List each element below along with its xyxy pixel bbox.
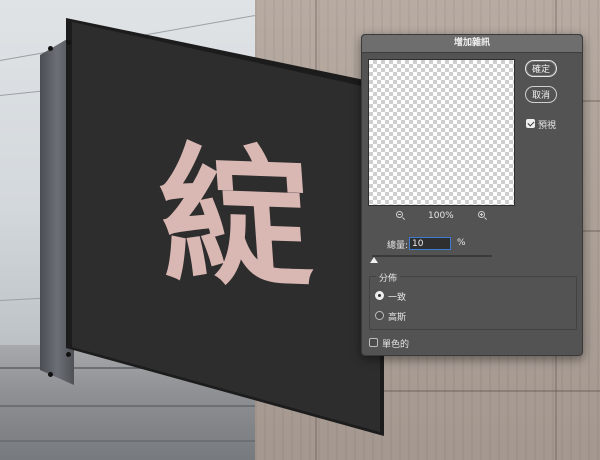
preview-checkbox[interactable] bbox=[526, 119, 535, 128]
amount-slider-track[interactable] bbox=[372, 255, 492, 257]
sign-bolt bbox=[66, 352, 71, 357]
sign-bolt bbox=[48, 46, 53, 51]
sign-calligraphy: 綻 bbox=[153, 127, 317, 309]
cancel-button[interactable]: 取消 bbox=[525, 86, 557, 103]
radio-uniform[interactable] bbox=[375, 291, 384, 300]
preview-canvas[interactable] bbox=[368, 59, 515, 206]
distribution-title: 分佈 bbox=[376, 271, 401, 284]
zoom-in-icon[interactable] bbox=[478, 211, 485, 218]
zoom-out-icon[interactable] bbox=[396, 211, 403, 218]
zoom-level: 100% bbox=[428, 211, 454, 221]
preview-label[interactable]: 預視 bbox=[538, 118, 556, 131]
add-noise-dialog: 增加雜訊 確定 取消 預視 100% 總量: % 分佈 一致 高斯 單色的 bbox=[361, 34, 583, 356]
dialog-title[interactable]: 增加雜訊 bbox=[362, 35, 582, 53]
amount-unit: % bbox=[457, 238, 466, 248]
building-ledge bbox=[0, 405, 290, 407]
ok-button[interactable]: 確定 bbox=[525, 60, 557, 77]
radio-gaussian-label[interactable]: 高斯 bbox=[388, 310, 406, 323]
monochrome-checkbox[interactable] bbox=[369, 338, 378, 347]
amount-label: 總量: bbox=[387, 241, 409, 251]
amount-input[interactable] bbox=[409, 237, 451, 250]
sign-bolt bbox=[48, 372, 53, 377]
amount-slider-thumb[interactable] bbox=[370, 257, 379, 263]
sign-bolt bbox=[66, 40, 71, 45]
building-ledge bbox=[0, 440, 290, 442]
monochrome-label[interactable]: 單色的 bbox=[382, 337, 409, 350]
radio-gaussian[interactable] bbox=[375, 311, 384, 320]
radio-uniform-label[interactable]: 一致 bbox=[388, 290, 406, 303]
